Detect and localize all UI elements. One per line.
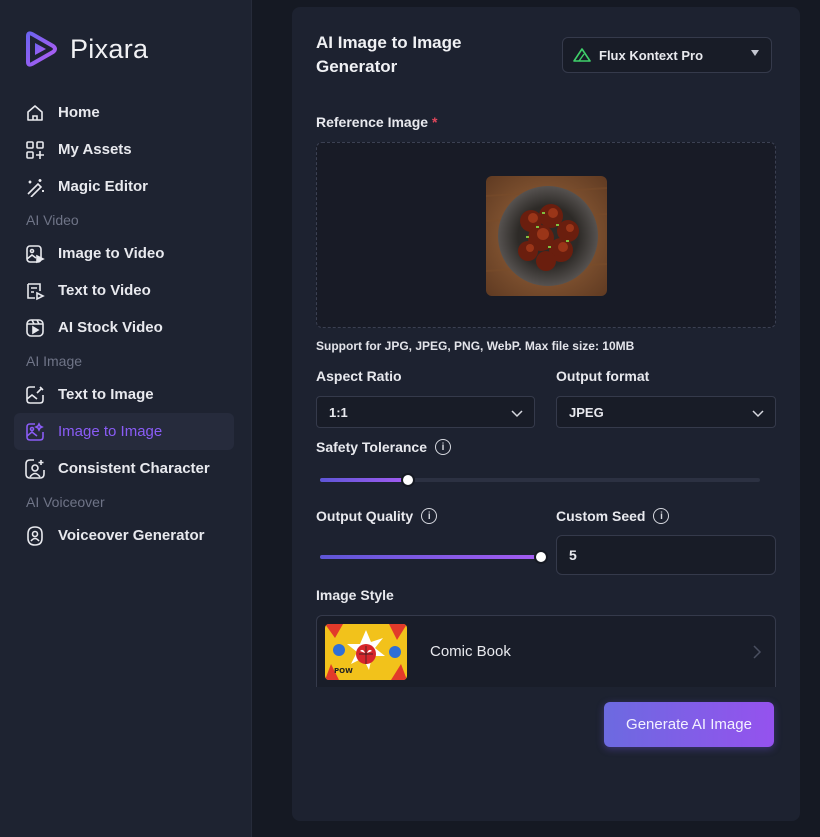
sidebar-item-ai-stock-video[interactable]: AI Stock Video <box>14 309 234 346</box>
required-mark: * <box>431 114 438 130</box>
sidebar-item-home[interactable]: Home <box>14 94 234 131</box>
safety-tolerance-label-text: Safety Tolerance <box>316 439 428 455</box>
voiceover-icon <box>24 525 46 547</box>
model-select-label: Flux Kontext Pro <box>599 47 704 63</box>
sidebar-item-label: Magic Editor <box>58 178 149 195</box>
custom-seed-input[interactable]: 5 <box>556 535 776 575</box>
flux-logo-icon <box>573 48 591 62</box>
reference-image-label: Reference Image * <box>316 114 437 130</box>
assets-icon <box>24 139 46 161</box>
sidebar-item-magic-editor[interactable]: Magic Editor <box>14 168 234 205</box>
text-to-video-icon <box>24 280 46 302</box>
output-quality-label-text: Output Quality <box>316 508 414 524</box>
model-select[interactable]: Flux Kontext Pro <box>562 37 772 73</box>
aspect-ratio-label: Aspect Ratio <box>316 368 402 384</box>
output-format-label: Output format <box>556 368 650 384</box>
slider-handle[interactable] <box>401 473 415 487</box>
chevron-down-icon <box>752 410 764 418</box>
image-style-select[interactable]: POW Comic Book <box>316 615 776 687</box>
reference-image-label-text: Reference Image <box>316 114 429 130</box>
slider-fill <box>320 555 541 559</box>
chevron-down-icon <box>511 410 523 418</box>
section-ai-video: AI Video <box>26 212 79 228</box>
sidebar-item-voiceover-generator[interactable]: Voiceover Generator <box>14 517 234 554</box>
image-style-name: Comic Book <box>430 643 511 660</box>
support-text: Support for JPG, JPEG, PNG, WebP. Max fi… <box>316 339 635 353</box>
aspect-ratio-select[interactable]: 1:1 <box>316 396 535 428</box>
safety-tolerance-label: Safety Tolerance i <box>316 439 452 456</box>
sidebar-item-label: AI Stock Video <box>58 319 163 336</box>
output-format-select[interactable]: JPEG <box>556 396 776 428</box>
pixara-logo-icon <box>26 31 57 67</box>
sidebar-item-consistent-character[interactable]: Consistent Character <box>14 450 234 487</box>
stock-video-icon <box>24 317 46 339</box>
section-ai-voiceover: AI Voiceover <box>26 494 105 510</box>
sidebar-item-image-to-video[interactable]: Image to Video <box>14 235 234 272</box>
sidebar-item-image-to-image[interactable]: Image to Image <box>14 413 234 450</box>
reference-image-dropzone[interactable] <box>316 142 776 328</box>
custom-seed-label-text: Custom Seed <box>556 508 646 524</box>
aspect-ratio-value: 1:1 <box>329 404 348 420</box>
safety-tolerance-slider[interactable] <box>320 473 760 487</box>
sidebar-item-label: My Assets <box>58 141 132 158</box>
text-to-image-icon <box>24 384 46 406</box>
info-icon[interactable]: i <box>435 439 452 456</box>
generate-button[interactable]: Generate AI Image <box>604 702 774 747</box>
home-icon <box>24 102 46 124</box>
sidebar-item-text-to-image[interactable]: Text to Image <box>14 376 234 413</box>
slider-handle[interactable] <box>534 550 548 564</box>
sidebar-item-label: Home <box>58 104 100 121</box>
output-quality-slider[interactable] <box>320 550 548 564</box>
sidebar-item-label: Image to Video <box>58 245 165 262</box>
generator-panel: AI Image to Image Generator Flux Kontext… <box>292 7 800 821</box>
sidebar-item-label: Image to Image <box>58 423 163 440</box>
custom-seed-label: Custom Seed i <box>556 508 670 525</box>
sidebar-item-my-assets[interactable]: My Assets <box>14 131 234 168</box>
logo[interactable]: Pixara <box>22 30 148 68</box>
reference-image-thumbnail <box>486 176 607 296</box>
page-title: AI Image to Image Generator <box>316 33 462 76</box>
section-ai-image: AI Image <box>26 353 83 369</box>
sidebar-nav: Home My Assets Magic Editor AI Video Ima… <box>14 94 234 554</box>
info-icon[interactable]: i <box>421 508 438 525</box>
app-name: Pixara <box>70 33 149 64</box>
sidebar-item-label: Consistent Character <box>58 460 210 477</box>
caret-down-icon <box>751 50 759 56</box>
comic-book-style-thumbnail: POW <box>325 624 407 680</box>
info-icon[interactable]: i <box>653 508 670 525</box>
sidebar-item-label: Text to Image <box>58 386 154 403</box>
image-to-image-icon <box>24 421 46 443</box>
consistent-character-icon <box>24 458 46 480</box>
sidebar-item-label: Voiceover Generator <box>58 527 205 544</box>
sidebar: Pixara Home My Assets Magic Editor AI Vi… <box>0 0 252 837</box>
output-quality-label: Output Quality i <box>316 508 438 525</box>
sidebar-item-text-to-video[interactable]: Text to Video <box>14 272 234 309</box>
output-format-value: JPEG <box>569 404 604 420</box>
image-style-label: Image Style <box>316 587 394 603</box>
sidebar-item-label: Text to Video <box>58 282 151 299</box>
magic-wand-icon <box>24 176 46 198</box>
chevron-right-icon <box>753 645 762 659</box>
image-to-video-icon <box>24 243 46 265</box>
slider-fill <box>320 478 408 482</box>
svg-text:POW: POW <box>334 667 353 675</box>
